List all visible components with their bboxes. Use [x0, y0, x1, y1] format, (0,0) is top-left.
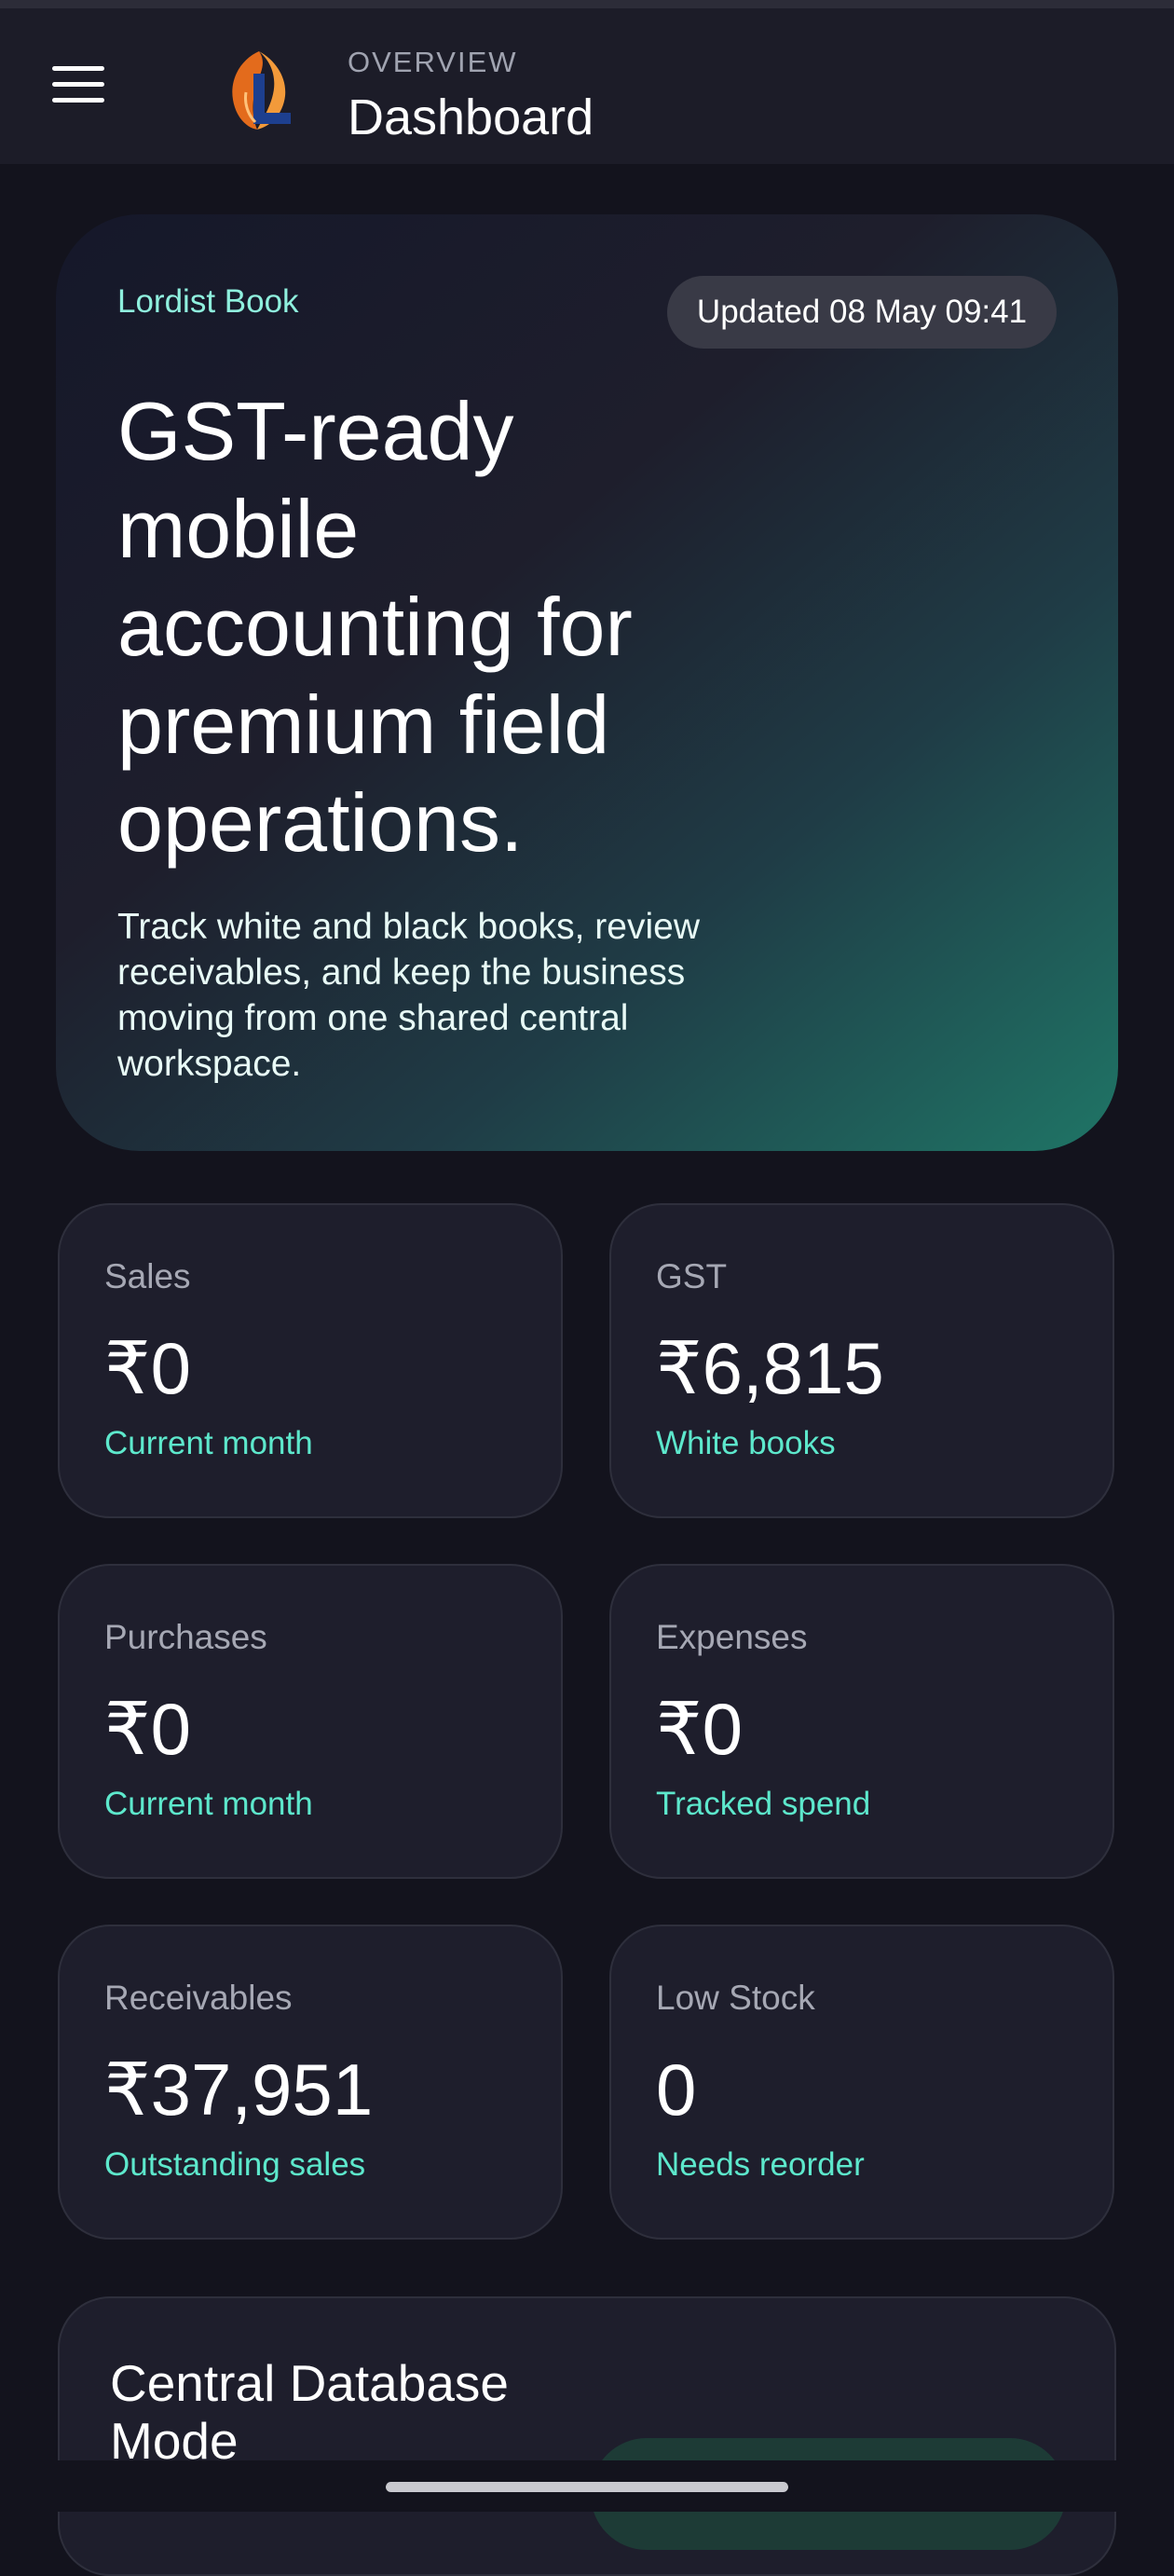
stat-label: Receivables	[104, 1979, 293, 2017]
status-bar	[0, 0, 1174, 8]
stat-value: ₹6,815	[656, 1327, 884, 1409]
stat-card-sales[interactable]: Sales ₹0 Current month	[58, 1203, 563, 1518]
stat-value: ₹37,951	[104, 2048, 374, 2131]
stat-card-gst[interactable]: GST ₹6,815 White books	[609, 1203, 1114, 1518]
updated-badge: Updated 08 May 09:41	[667, 276, 1057, 349]
stat-label: Purchases	[104, 1618, 267, 1656]
stat-caption: Current month	[104, 1786, 313, 1822]
stat-card-expenses[interactable]: Expenses ₹0 Tracked spend	[609, 1564, 1114, 1879]
stat-label: Expenses	[656, 1618, 808, 1656]
stat-card-low-stock[interactable]: Low Stock 0 Needs reorder	[609, 1925, 1114, 2240]
home-indicator[interactable]	[386, 2482, 788, 2492]
stat-value: 0	[656, 2048, 697, 2131]
stat-card-receivables[interactable]: Receivables ₹37,951 Outstanding sales	[58, 1925, 563, 2240]
section-title: Central Database Mode	[110, 2354, 510, 2470]
stat-caption: Needs reorder	[656, 2146, 865, 2183]
stat-value: ₹0	[656, 1688, 744, 1770]
stat-caption: Outstanding sales	[104, 2146, 366, 2183]
stat-label: Low Stock	[656, 1979, 815, 2017]
stat-card-purchases[interactable]: Purchases ₹0 Current month	[58, 1564, 563, 1879]
stat-label: GST	[656, 1257, 728, 1295]
brand-name: Lordist Book	[117, 283, 299, 320]
shell-logo-icon	[232, 51, 291, 130]
hero-description: Track white and black books, review rece…	[117, 907, 700, 1084]
stat-label: Sales	[104, 1257, 191, 1295]
stat-caption: Current month	[104, 1425, 313, 1461]
app-bar: OVERVIEW Dashboard	[0, 8, 1174, 164]
stat-value: ₹0	[104, 1688, 192, 1770]
page-kicker: OVERVIEW	[348, 46, 518, 78]
central-database-card: Central Database Mode	[58, 2296, 1116, 2576]
stat-caption: Tracked spend	[656, 1786, 871, 1822]
stat-value: ₹0	[104, 1327, 192, 1409]
hero-card: Lordist Book Updated 08 May 09:41 GST-re…	[56, 214, 1118, 1151]
hamburger-menu-icon[interactable]	[52, 66, 104, 103]
hero-headline: GST-ready mobile accounting for premium …	[117, 385, 633, 869]
page-title: Dashboard	[348, 89, 594, 145]
stat-caption: White books	[656, 1425, 836, 1461]
